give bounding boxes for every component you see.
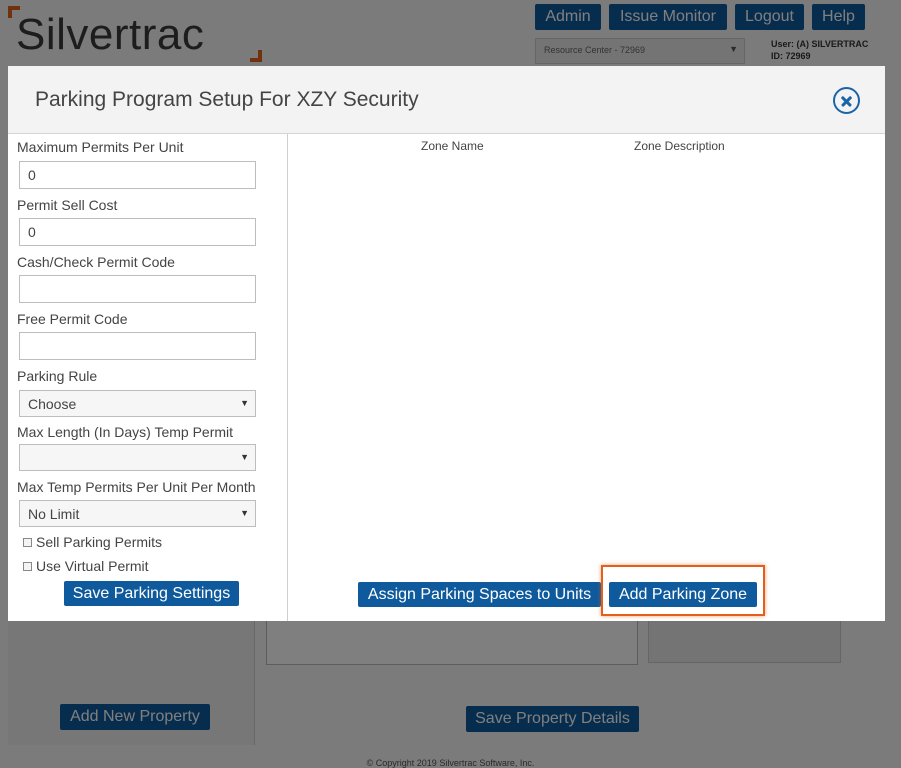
sell-parking-permits-checkbox[interactable]	[23, 537, 32, 547]
save-parking-settings-button[interactable]: Save Parking Settings	[64, 581, 239, 606]
parking-setup-modal: Parking Program Setup For XZY Security M…	[8, 66, 885, 621]
zone-name-header: Zone Name	[421, 139, 484, 153]
max-permits-input[interactable]	[19, 161, 256, 189]
chevron-down-icon: ▼	[240, 452, 249, 462]
max-temp-permits-label: Max Temp Permits Per Unit Per Month	[17, 479, 256, 495]
max-length-select[interactable]: ▼	[19, 444, 256, 471]
max-permits-label: Maximum Permits Per Unit	[17, 139, 184, 155]
sell-parking-permits-label: Sell Parking Permits	[36, 534, 163, 550]
assign-parking-spaces-button[interactable]: Assign Parking Spaces to Units	[358, 582, 601, 607]
sell-cost-input[interactable]	[19, 218, 256, 246]
use-virtual-permit-label: Use Virtual Permit	[36, 558, 149, 574]
cash-check-code-input[interactable]	[19, 275, 256, 303]
add-parking-zone-button[interactable]: Add Parking Zone	[609, 582, 757, 607]
use-virtual-permit-checkbox[interactable]	[23, 561, 32, 571]
close-icon[interactable]	[833, 87, 860, 114]
use-virtual-permit-row[interactable]: Use Virtual Permit	[23, 558, 149, 574]
max-temp-permits-value: No Limit	[28, 506, 80, 522]
sell-parking-permits-row[interactable]: Sell Parking Permits	[23, 534, 162, 550]
modal-header: Parking Program Setup For XZY Security	[8, 66, 885, 134]
sell-cost-label: Permit Sell Cost	[17, 197, 118, 213]
max-temp-permits-select[interactable]: No Limit ▼	[19, 500, 256, 527]
parking-settings-panel: Maximum Permits Per Unit Permit Sell Cos…	[8, 134, 288, 621]
modal-title: Parking Program Setup For XZY Security	[35, 88, 419, 111]
free-permit-code-label: Free Permit Code	[17, 311, 128, 327]
chevron-down-icon: ▼	[240, 398, 249, 408]
parking-rule-value: Choose	[28, 396, 77, 412]
free-permit-code-input[interactable]	[19, 332, 256, 360]
max-length-label: Max Length (In Days) Temp Permit	[17, 424, 234, 440]
parking-zones-panel: Zone Name Zone Description	[289, 134, 885, 621]
parking-rule-select[interactable]: Choose ▼	[19, 390, 256, 417]
cash-check-code-label: Cash/Check Permit Code	[17, 254, 175, 270]
parking-rule-label: Parking Rule	[17, 368, 98, 384]
zone-description-header: Zone Description	[634, 139, 725, 153]
chevron-down-icon: ▼	[240, 508, 249, 518]
